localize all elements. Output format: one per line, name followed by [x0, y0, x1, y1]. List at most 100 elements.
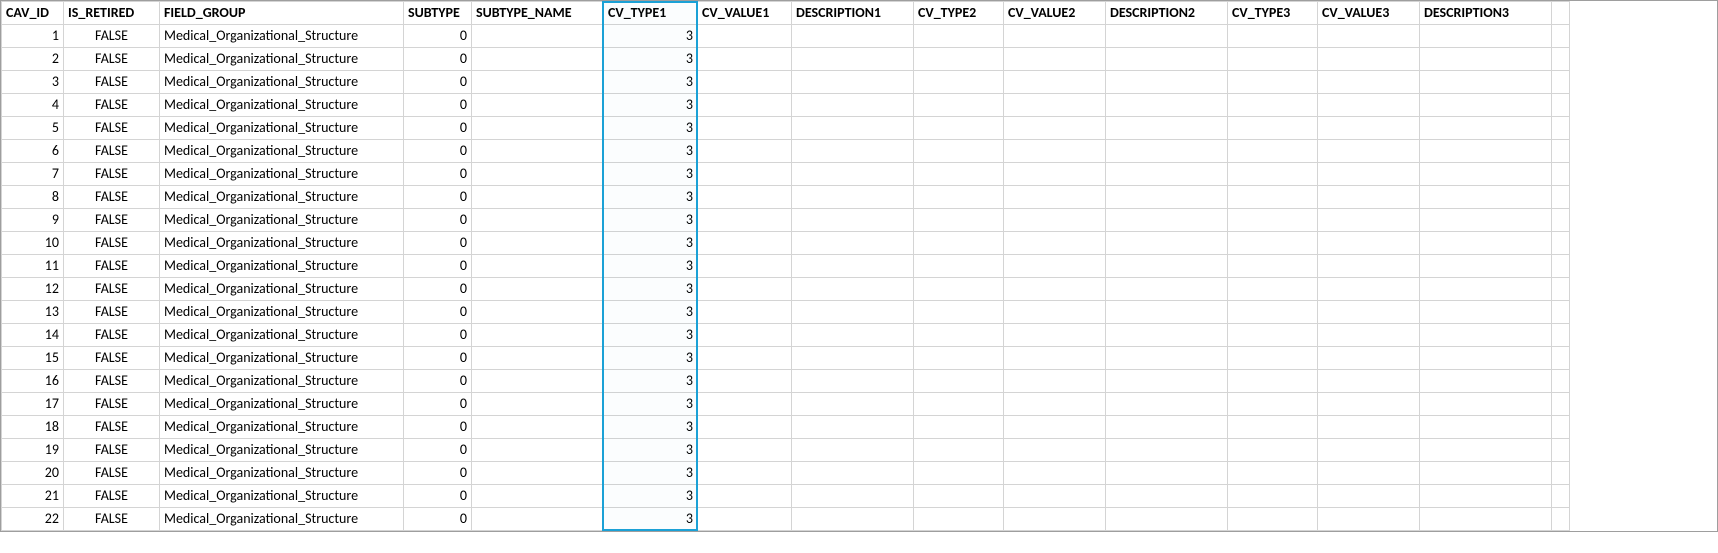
- cell-cv_value3[interactable]: [1318, 186, 1420, 209]
- cell-cv_value2[interactable]: [1004, 163, 1106, 186]
- cell-description2[interactable]: [1106, 324, 1228, 347]
- table-row[interactable]: 4FALSEMedical_Organizational_Structure03: [2, 94, 1570, 117]
- cell-cv_value2[interactable]: [1004, 232, 1106, 255]
- cell-subtype[interactable]: 0: [404, 347, 472, 370]
- cell-description2[interactable]: [1106, 94, 1228, 117]
- cell-cv_type3[interactable]: [1228, 278, 1318, 301]
- cell-cv_value1[interactable]: [698, 232, 792, 255]
- cell-subtype_name[interactable]: [472, 416, 604, 439]
- cell-field_group[interactable]: Medical_Organizational_Structure: [160, 301, 404, 324]
- cell-cv_type2[interactable]: [914, 416, 1004, 439]
- cell-description2[interactable]: [1106, 209, 1228, 232]
- cell-cav_id[interactable]: 8: [2, 186, 64, 209]
- cell-description2[interactable]: [1106, 163, 1228, 186]
- cell-cv_type3[interactable]: [1228, 485, 1318, 508]
- cell-cv_type1[interactable]: 3: [604, 232, 698, 255]
- cell-cv_value1[interactable]: [698, 117, 792, 140]
- cell-cv_type2[interactable]: [914, 25, 1004, 48]
- cell-subtype[interactable]: 0: [404, 462, 472, 485]
- cell-field_group[interactable]: Medical_Organizational_Structure: [160, 439, 404, 462]
- cell-cv_type2[interactable]: [914, 186, 1004, 209]
- cell-description2[interactable]: [1106, 439, 1228, 462]
- cell-description1[interactable]: [792, 416, 914, 439]
- cell-description1[interactable]: [792, 186, 914, 209]
- cell-description1[interactable]: [792, 48, 914, 71]
- cell-cav_id[interactable]: 20: [2, 462, 64, 485]
- cell-description3[interactable]: [1420, 25, 1552, 48]
- cell-cv_value2[interactable]: [1004, 393, 1106, 416]
- cell-cv_value2[interactable]: [1004, 117, 1106, 140]
- cell-subtype_name[interactable]: [472, 209, 604, 232]
- table-row[interactable]: 15FALSEMedical_Organizational_Structure0…: [2, 347, 1570, 370]
- cell-description2[interactable]: [1106, 71, 1228, 94]
- cell-description1[interactable]: [792, 508, 914, 531]
- cell-subtype[interactable]: 0: [404, 370, 472, 393]
- cell-description1[interactable]: [792, 163, 914, 186]
- cell-subtype_name[interactable]: [472, 301, 604, 324]
- cell-cv_type2[interactable]: [914, 140, 1004, 163]
- cell-subtype[interactable]: 0: [404, 117, 472, 140]
- cell-description1[interactable]: [792, 232, 914, 255]
- cell-subtype_name[interactable]: [472, 48, 604, 71]
- cell-cav_id[interactable]: 17: [2, 393, 64, 416]
- cell-cv_type1[interactable]: 3: [604, 255, 698, 278]
- cell-is_retired[interactable]: FALSE: [64, 232, 160, 255]
- table-row[interactable]: 18FALSEMedical_Organizational_Structure0…: [2, 416, 1570, 439]
- cell-subtype_name[interactable]: [472, 347, 604, 370]
- cell-subtype_name[interactable]: [472, 140, 604, 163]
- cell-cav_id[interactable]: 7: [2, 163, 64, 186]
- cell-cav_id[interactable]: 9: [2, 209, 64, 232]
- cell-description3[interactable]: [1420, 370, 1552, 393]
- cell-field_group[interactable]: Medical_Organizational_Structure: [160, 163, 404, 186]
- cell-description2[interactable]: [1106, 508, 1228, 531]
- table-row[interactable]: 22FALSEMedical_Organizational_Structure0…: [2, 508, 1570, 531]
- cell-cv_value3[interactable]: [1318, 94, 1420, 117]
- table-row[interactable]: 19FALSEMedical_Organizational_Structure0…: [2, 439, 1570, 462]
- cell-cv_value1[interactable]: [698, 25, 792, 48]
- cell-is_retired[interactable]: FALSE: [64, 140, 160, 163]
- cell-cv_type3[interactable]: [1228, 255, 1318, 278]
- cell-description2[interactable]: [1106, 232, 1228, 255]
- table-row[interactable]: 3FALSEMedical_Organizational_Structure03: [2, 71, 1570, 94]
- cell-cv_value1[interactable]: [698, 416, 792, 439]
- cell-cv_value2[interactable]: [1004, 416, 1106, 439]
- cell-cv_type3[interactable]: [1228, 301, 1318, 324]
- cell-description3[interactable]: [1420, 186, 1552, 209]
- cell-cav_id[interactable]: 13: [2, 301, 64, 324]
- cell-description2[interactable]: [1106, 140, 1228, 163]
- cell-cv_value1[interactable]: [698, 209, 792, 232]
- cell-cv_type2[interactable]: [914, 508, 1004, 531]
- table-row[interactable]: 6FALSEMedical_Organizational_Structure03: [2, 140, 1570, 163]
- cell-field_group[interactable]: Medical_Organizational_Structure: [160, 347, 404, 370]
- cell-cav_id[interactable]: 6: [2, 140, 64, 163]
- cell-description2[interactable]: [1106, 485, 1228, 508]
- table-row[interactable]: 12FALSEMedical_Organizational_Structure0…: [2, 278, 1570, 301]
- cell-description3[interactable]: [1420, 71, 1552, 94]
- cell-is_retired[interactable]: FALSE: [64, 117, 160, 140]
- cell-field_group[interactable]: Medical_Organizational_Structure: [160, 278, 404, 301]
- cell-description2[interactable]: [1106, 393, 1228, 416]
- cell-field_group[interactable]: Medical_Organizational_Structure: [160, 232, 404, 255]
- table-row[interactable]: 20FALSEMedical_Organizational_Structure0…: [2, 462, 1570, 485]
- cell-field_group[interactable]: Medical_Organizational_Structure: [160, 117, 404, 140]
- header-cv-type3[interactable]: CV_TYPE3: [1228, 2, 1318, 25]
- cell-cv_type2[interactable]: [914, 232, 1004, 255]
- cell-cv_type1[interactable]: 3: [604, 508, 698, 531]
- cell-cv_type1[interactable]: 3: [604, 324, 698, 347]
- cell-cv_value2[interactable]: [1004, 94, 1106, 117]
- cell-cv_value1[interactable]: [698, 278, 792, 301]
- cell-subtype[interactable]: 0: [404, 232, 472, 255]
- cell-cv_type3[interactable]: [1228, 508, 1318, 531]
- cell-cv_type2[interactable]: [914, 462, 1004, 485]
- table-row[interactable]: 5FALSEMedical_Organizational_Structure03: [2, 117, 1570, 140]
- cell-description3[interactable]: [1420, 278, 1552, 301]
- cell-cv_value1[interactable]: [698, 301, 792, 324]
- cell-subtype[interactable]: 0: [404, 485, 472, 508]
- cell-description1[interactable]: [792, 370, 914, 393]
- cell-subtype[interactable]: 0: [404, 209, 472, 232]
- cell-subtype[interactable]: 0: [404, 255, 472, 278]
- cell-cv_value3[interactable]: [1318, 48, 1420, 71]
- cell-cv_type2[interactable]: [914, 117, 1004, 140]
- table-row[interactable]: 10FALSEMedical_Organizational_Structure0…: [2, 232, 1570, 255]
- cell-cv_type2[interactable]: [914, 370, 1004, 393]
